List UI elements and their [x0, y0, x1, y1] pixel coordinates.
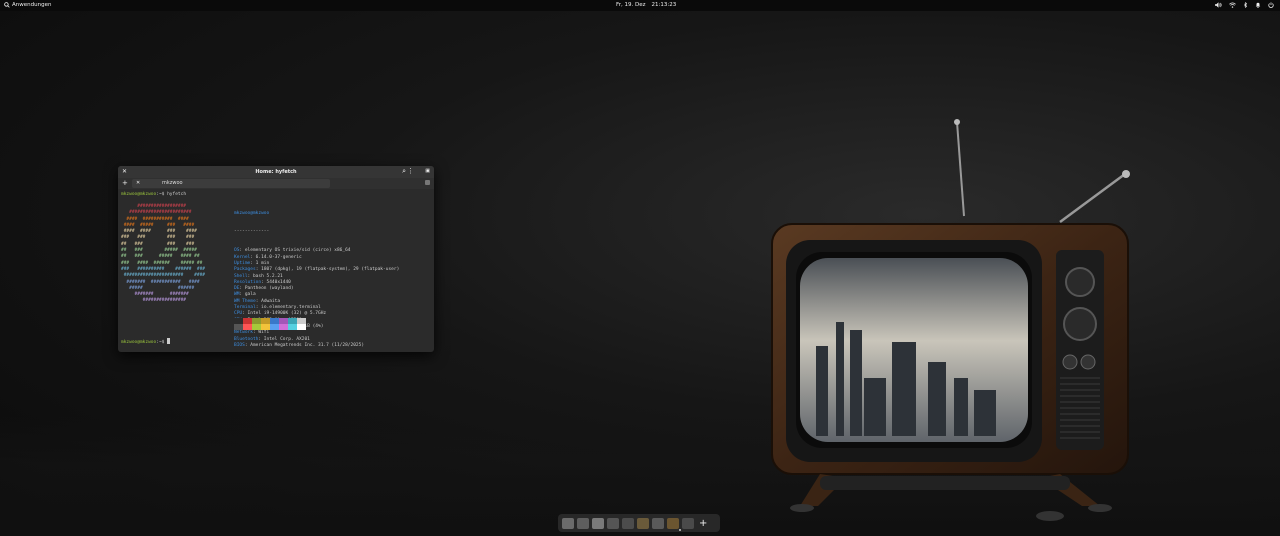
info-value: : 6.14.0-37-generic — [250, 254, 302, 260]
files-icon[interactable] — [562, 517, 574, 529]
info-value: : bash 5.2.21 — [247, 273, 283, 279]
system-tray — [1215, 2, 1274, 8]
settings-icon[interactable] — [682, 517, 694, 529]
bluetooth-icon[interactable] — [1243, 2, 1248, 8]
tab-bar: + ✕ mkzwoo — [118, 178, 434, 189]
tab-mkzwoo[interactable]: ✕ mkzwoo — [132, 179, 330, 188]
bell-icon[interactable] — [1255, 2, 1261, 8]
command-text: hyfetch — [164, 192, 187, 197]
music-icon[interactable] — [652, 517, 664, 529]
info-key: Packages — [234, 267, 256, 273]
maximize-icon[interactable]: ▣ — [425, 168, 430, 174]
palette-swatch — [252, 324, 261, 330]
info-key: CPU — [234, 311, 243, 317]
color-palette — [234, 318, 306, 330]
terminal-titlebar[interactable]: ✕ Home: hyfetch ⌕ ⋮ ▣ — [118, 166, 434, 178]
info-value: : 5440x1440 — [261, 279, 291, 285]
info-value: : gala — [239, 292, 256, 298]
prompt-line: mkzwoo@mkzwoo:~$ — [121, 338, 171, 345]
info-line: BIOS: American Megatrends Inc. 31.7 (11/… — [234, 343, 399, 349]
info-key: Uptime — [234, 260, 251, 266]
info-value: : Adwaita — [255, 298, 281, 304]
info-header: mkzwoo@mkzwoo — [234, 210, 270, 216]
dock: + — [558, 514, 720, 532]
palette-swatch — [297, 324, 306, 330]
info-key: Terminal — [234, 305, 256, 311]
window-title: Home: hyfetch — [255, 169, 297, 175]
palette-swatch — [261, 324, 270, 330]
info-value: : 1 min — [250, 260, 270, 266]
add-app-icon[interactable]: + — [699, 518, 707, 529]
running-indicator — [679, 529, 681, 531]
palette-swatch — [234, 324, 243, 330]
info-key: Bluetooth — [234, 336, 259, 342]
applications-menu[interactable]: Anwendungen — [4, 2, 51, 8]
info-key: WM Theme — [234, 298, 256, 304]
calendar-icon[interactable] — [607, 517, 619, 529]
info-value: : Intel i9-14900K (32) @ 5.7GHz — [242, 311, 327, 317]
info-key: Kernel — [234, 254, 251, 260]
video-icon[interactable] — [622, 517, 634, 529]
search-icon — [4, 2, 10, 8]
ascii-logo: ################## #####################… — [121, 204, 231, 305]
folder-icon[interactable] — [592, 517, 604, 529]
palette-swatch — [270, 324, 279, 330]
menu-icon[interactable]: ⋮ — [407, 167, 414, 175]
wifi-icon[interactable] — [1229, 2, 1236, 8]
power-icon[interactable] — [1268, 2, 1274, 8]
info-value: : elementary OS trixie/sid (circe) x86_6… — [239, 248, 351, 254]
applications-label: Anwendungen — [12, 2, 52, 8]
wallpaper-tv-illustration — [771, 119, 1130, 521]
logo-line: ################ — [121, 298, 187, 304]
info-value: : io.elementary.terminal — [255, 305, 321, 311]
tab-label: mkzwoo — [162, 180, 183, 186]
tab-menu-icon[interactable] — [425, 180, 430, 185]
volume-icon[interactable] — [1215, 2, 1222, 8]
top-panel: Anwendungen Fr, 19. Dez 21:13:23 — [0, 0, 1280, 11]
palette-swatch — [288, 324, 297, 330]
prompt-path: :~$ — [156, 340, 165, 345]
info-key: Shell — [234, 273, 248, 279]
terminal-output[interactable]: mkzwoo@mkzwoo:~$ hyfetch ###############… — [121, 192, 431, 350]
terminal-window: ✕ Home: hyfetch ⌕ ⋮ ▣ + ✕ mkzwoo mkzwoo@… — [118, 166, 434, 352]
tab-close-icon[interactable]: ✕ — [136, 180, 140, 186]
info-separator: ------------- — [234, 229, 270, 235]
appcenter-icon[interactable] — [637, 517, 649, 529]
prompt-user: mkzwoo@mkzwoo — [121, 192, 157, 197]
palette-swatch — [279, 324, 288, 330]
photos-icon[interactable] — [577, 517, 589, 529]
datetime-indicator[interactable]: Fr, 19. Dez 21:13:23 — [616, 2, 676, 8]
info-value: : Intel Corp. AX201 — [258, 336, 310, 342]
text-cursor — [167, 338, 171, 344]
info-key: Network — [234, 330, 253, 336]
date-label: Fr, 19. Dez — [616, 2, 646, 8]
info-key: BIOS — [234, 342, 245, 348]
prompt-user: mkzwoo@mkzwoo — [121, 340, 157, 345]
palette-swatch — [243, 324, 252, 330]
new-tab-button[interactable]: + — [122, 179, 128, 187]
info-value: : American Megatrends Inc. 31.7 (11/28/2… — [244, 342, 365, 348]
search-icon[interactable]: ⌕ — [402, 167, 406, 176]
info-value: : Pantheon (wayland) — [239, 286, 294, 292]
time-label: 21:13:23 — [651, 2, 677, 8]
info-value: : Wifi — [252, 330, 270, 336]
terminal-app-icon[interactable] — [667, 517, 679, 529]
info-key: Resolution — [234, 279, 262, 285]
info-value: : 1807 (dpkg), 19 (flatpak-system), 29 (… — [255, 267, 400, 273]
